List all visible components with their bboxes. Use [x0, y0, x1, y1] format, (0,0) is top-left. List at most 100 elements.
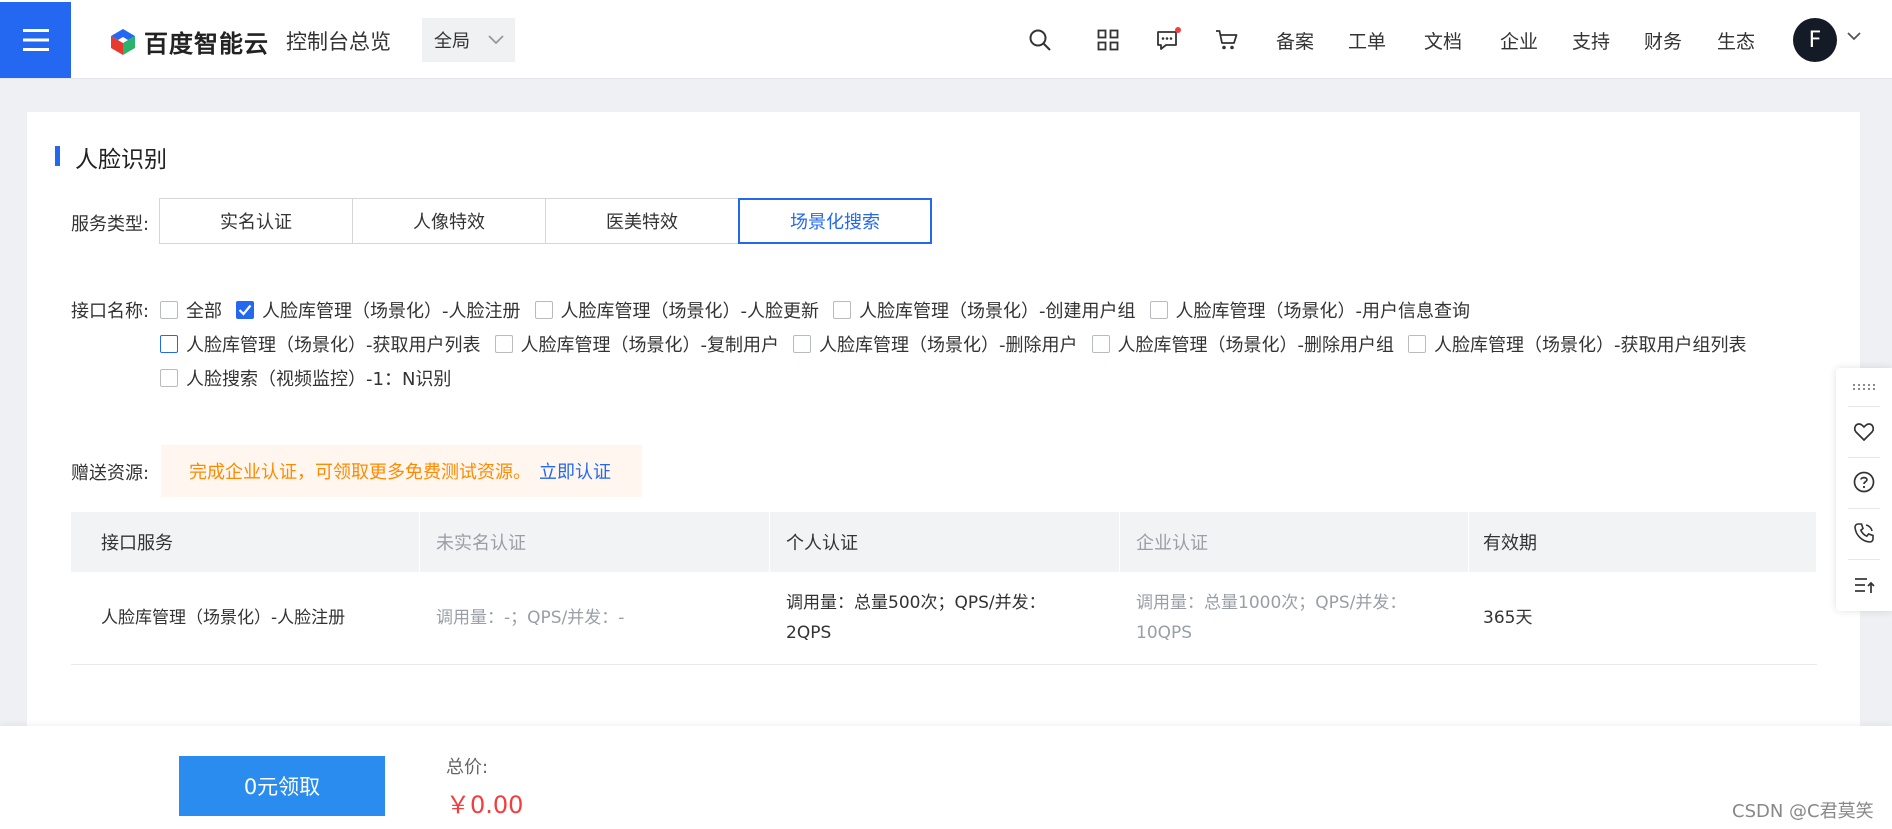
nav-link-finance[interactable]: 财务	[1644, 27, 1682, 54]
nav-link-docs[interactable]: 文档	[1424, 27, 1462, 54]
checkbox-box[interactable]	[833, 301, 851, 319]
floating-toolbar	[1836, 368, 1892, 611]
tab-portrait-effects[interactable]: 人像特效	[352, 198, 546, 244]
header-unverified: 未实名认证	[420, 512, 770, 572]
section-title-accent	[55, 146, 60, 166]
face-recognition-card: 人脸识别 服务类型: 实名认证 人像特效 医美特效 场景化搜索 接口名称: 全部…	[27, 112, 1860, 732]
search-button[interactable]	[1027, 27, 1053, 53]
checkmark-icon	[238, 304, 252, 316]
checkbox-face-update[interactable]: 人脸库管理（场景化）-人脸更新	[534, 297, 820, 323]
claim-free-button[interactable]: 0元领取	[179, 756, 385, 816]
checkbox-label: 人脸库管理（场景化）-获取用户列表	[186, 335, 481, 356]
back-to-top-button[interactable]	[1836, 563, 1892, 607]
checkbox-delete-group[interactable]: 人脸库管理（场景化）-删除用户组	[1091, 331, 1395, 357]
total-price-label: 总价:	[446, 757, 489, 778]
nav-link-beian[interactable]: 备案	[1276, 27, 1314, 54]
checkbox-label: 人脸库管理（场景化）-创建用户组	[859, 301, 1136, 322]
checkbox-video-1n-search[interactable]: 人脸搜索（视频监控）-1：N识别	[160, 365, 451, 391]
checkbox-box[interactable]	[1149, 301, 1168, 319]
logo-text: 百度智能云	[144, 30, 269, 58]
checkbox-get-user-list[interactable]: 人脸库管理（场景化）-获取用户列表	[160, 331, 481, 357]
drag-handle-icon	[1853, 384, 1875, 390]
cart-icon	[1216, 30, 1238, 50]
checkbox-label: 人脸库管理（场景化）-删除用户	[819, 335, 1078, 356]
checkbox-create-group[interactable]: 人脸库管理（场景化）-创建用户组	[833, 297, 1136, 323]
message-icon	[1157, 27, 1181, 50]
checkbox-label: 人脸搜索（视频监控）-1：N识别	[186, 369, 452, 390]
nav-link-ecosystem[interactable]: 生态	[1717, 27, 1755, 54]
gift-resource-label: 赠送资源:	[71, 463, 150, 484]
notice-text: 完成企业认证，可领取更多免费测试资源。	[189, 462, 531, 483]
table-row: 人脸库管理（场景化）-人脸注册 调用量：-；QPS/并发：- 调用量：总量500…	[71, 572, 1817, 665]
header-validity: 有效期	[1469, 512, 1817, 572]
checkbox-box-checked[interactable]	[236, 301, 254, 319]
chevron-down-icon[interactable]	[1846, 30, 1862, 42]
checkbox-user-info-query[interactable]: 人脸库管理（场景化）-用户信息查询	[1149, 297, 1470, 323]
checkbox-box[interactable]	[1091, 335, 1110, 353]
favorite-button[interactable]	[1836, 410, 1892, 454]
checkbox-delete-user[interactable]: 人脸库管理（场景化）-删除用户	[793, 331, 1078, 357]
checkbox-label: 人脸库管理（场景化）-获取用户组列表	[1434, 335, 1747, 356]
cell-validity: 365天	[1483, 608, 1533, 628]
enterprise-auth-notice: 完成企业认证，可领取更多免费测试资源。 立即认证	[161, 445, 642, 497]
chevron-down-icon	[488, 35, 504, 45]
baidu-cloud-logo[interactable]: 百度智能云	[108, 24, 269, 59]
messages-button[interactable]	[1155, 27, 1181, 53]
logo-icon	[111, 28, 135, 55]
cell-enterprise-line-2: 10QPS	[1136, 623, 1193, 643]
checkbox-box[interactable]	[160, 301, 178, 319]
header-interface-service: 接口服务	[71, 512, 420, 572]
header-enterprise-auth: 企业认证	[1120, 512, 1469, 572]
checkbox-all[interactable]: 全部	[160, 297, 222, 323]
cell-service: 人脸库管理（场景化）-人脸注册	[101, 608, 346, 628]
checkbox-box[interactable]	[160, 335, 178, 353]
search-icon	[1029, 29, 1051, 51]
checkbox-copy-user[interactable]: 人脸库管理（场景化）-复制用户	[494, 331, 780, 357]
nav-link-support[interactable]: 支持	[1572, 27, 1610, 54]
toolbar-divider	[1848, 406, 1880, 407]
tab-real-name-auth[interactable]: 实名认证	[159, 198, 353, 244]
interface-checkbox-row-1: 全部 人脸库管理（场景化）-人脸注册 人脸库管理（场景化）-人脸更新 人脸库管理…	[160, 297, 1484, 323]
toolbar-divider	[1848, 559, 1880, 560]
console-overview-link[interactable]: 控制台总览	[286, 26, 391, 56]
interface-name-label: 接口名称:	[71, 301, 150, 322]
interface-checkbox-row-2: 人脸库管理（场景化）-获取用户列表 人脸库管理（场景化）-复制用户 人脸库管理（…	[160, 331, 1761, 357]
cell-unverified: 调用量：-；QPS/并发：-	[436, 608, 625, 628]
region-select[interactable]: 全局	[422, 18, 515, 62]
checkbox-box[interactable]	[494, 335, 513, 353]
products-button[interactable]	[1095, 27, 1121, 53]
checkbox-box[interactable]	[534, 301, 553, 319]
tab-medical-beauty-effects[interactable]: 医美特效	[545, 198, 739, 244]
cell-personal: 调用量：总量500次；QPS/并发： 2QPS	[770, 572, 1120, 664]
checkbox-get-group-list[interactable]: 人脸库管理（场景化）-获取用户组列表	[1408, 331, 1747, 357]
checkbox-box[interactable]	[1408, 335, 1426, 353]
tab-scenario-search[interactable]: 场景化搜索	[738, 198, 932, 244]
service-type-label: 服务类型:	[71, 214, 150, 235]
menu-icon	[22, 29, 49, 51]
user-avatar[interactable]: F	[1793, 18, 1837, 62]
checkbox-label: 人脸库管理（场景化）-人脸注册	[262, 301, 521, 322]
verify-now-link[interactable]: 立即认证	[539, 458, 611, 484]
nav-link-tickets[interactable]: 工单	[1348, 27, 1386, 54]
checkbox-face-register[interactable]: 人脸库管理（场景化）-人脸注册	[236, 297, 521, 323]
contact-phone-button[interactable]	[1836, 511, 1892, 555]
cart-button[interactable]	[1214, 27, 1240, 53]
checkbox-label: 人脸库管理（场景化）-人脸更新	[560, 301, 820, 322]
checkbox-box[interactable]	[160, 369, 178, 387]
phone-icon	[1854, 523, 1874, 543]
menu-button[interactable]	[0, 2, 71, 78]
nav-link-enterprise[interactable]: 企业	[1500, 27, 1538, 54]
checkbox-label: 人脸库管理（场景化）-复制用户	[520, 335, 780, 356]
toolbar-divider	[1848, 508, 1880, 509]
heart-icon	[1853, 423, 1875, 442]
top-navigation-bar: 百度智能云 控制台总览 全局 备案 工单 文档 企业 支持 财务 生态 F	[0, 0, 1892, 79]
quota-table: 接口服务 未实名认证 个人认证 企业认证 有效期 人脸库管理（场景化）-人脸注册…	[71, 512, 1817, 665]
help-button[interactable]	[1836, 460, 1892, 504]
header-personal-auth: 个人认证	[770, 512, 1120, 572]
region-value: 全局	[434, 31, 470, 52]
checkout-bar: 0元领取 总价: ￥0.00 CSDN @C君莫笑	[0, 726, 1892, 829]
checkbox-box[interactable]	[793, 335, 811, 353]
drag-handle[interactable]	[1836, 372, 1892, 402]
interface-checkbox-row-3: 人脸搜索（视频监控）-1：N识别	[160, 365, 465, 391]
checkbox-label: 人脸库管理（场景化）-删除用户组	[1117, 335, 1395, 356]
